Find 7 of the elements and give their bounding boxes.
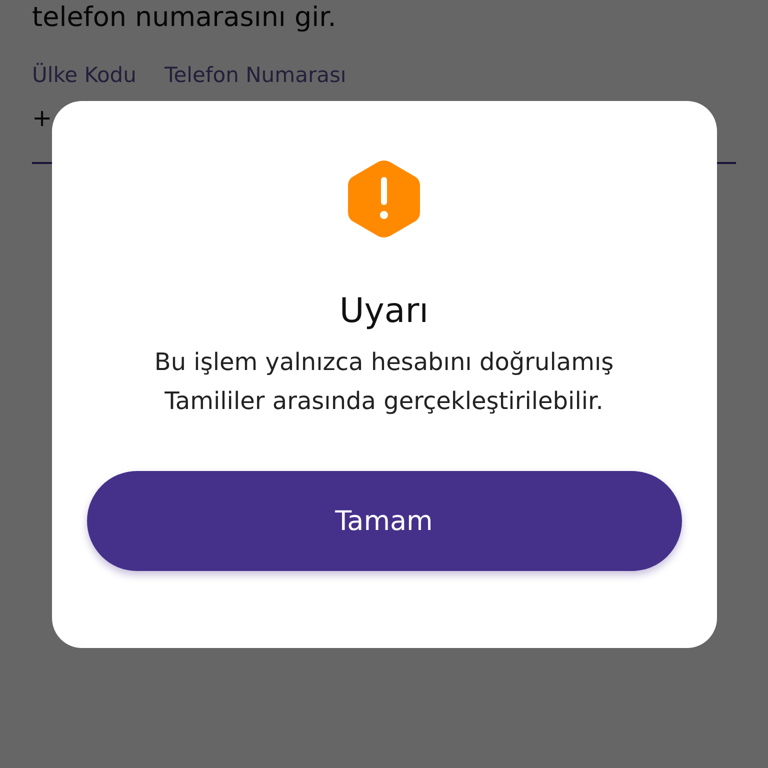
phone-number-label: Telefon Numarası <box>164 62 346 88</box>
warning-icon <box>348 159 420 239</box>
dialog-message: Bu işlem yalnızca hesabını doğrulamış Tamililer arasında gerçekleştirilebilir. <box>153 347 615 417</box>
page-heading: telefon numarasını gir. <box>32 2 338 34</box>
country-code-label: Ülke Kodu <box>32 62 136 88</box>
dialog-title: Uyarı <box>339 291 429 331</box>
ok-button[interactable]: Tamam <box>86 471 682 571</box>
